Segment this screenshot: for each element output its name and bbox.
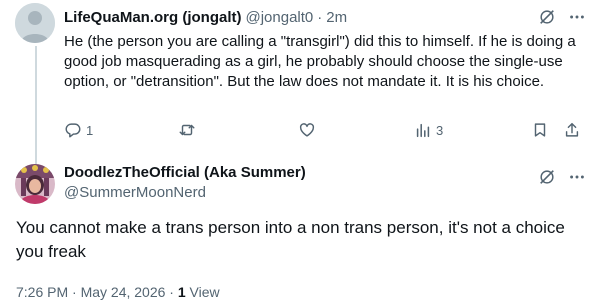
views-count: 1 [177, 284, 186, 300]
avatar[interactable] [15, 3, 55, 43]
profile-picture-icon [15, 164, 55, 204]
grok-icon[interactable] [538, 168, 556, 186]
display-name[interactable]: DoodlezTheOfficial (Aka Summer) [64, 164, 306, 181]
header-actions [538, 6, 586, 28]
reply-icon [65, 123, 81, 138]
handle[interactable]: @jongalt0 [246, 9, 314, 26]
more-icon[interactable] [568, 168, 586, 186]
views-button[interactable]: 3 [414, 120, 443, 140]
views-count: 3 [436, 122, 444, 138]
tweet-timestamp[interactable]: 7:26 PM · May 24, 2026 · [16, 284, 178, 300]
retweet-icon [179, 124, 195, 136]
more-icon[interactable] [568, 8, 586, 26]
retweet-button[interactable] [178, 120, 200, 140]
default-avatar-icon [15, 3, 55, 43]
avatar[interactable] [15, 164, 55, 204]
grok-icon[interactable] [538, 8, 556, 26]
reply-button[interactable]: 1 [64, 120, 93, 140]
tweet-metadata: 7:26 PM · May 24, 2026 · 1 View [16, 284, 220, 300]
separator-dot: · [317, 8, 323, 26]
tweet-header: LifeQuaMan.org (jongalt) @jongalt0 · 2m [64, 6, 586, 28]
parent-tweet[interactable]: LifeQuaMan.org (jongalt) @jongalt0 · 2m … [0, 0, 596, 166]
handle[interactable]: @SummerMoonNerd [64, 184, 206, 201]
like-button[interactable] [298, 120, 320, 140]
display-name[interactable]: LifeQuaMan.org (jongalt) [64, 9, 242, 26]
bookmark-icon [534, 123, 546, 137]
views-icon [416, 123, 430, 138]
views-label: View [185, 284, 220, 300]
tweet-time[interactable]: 2m [326, 9, 347, 26]
share-icon [565, 122, 579, 137]
bookmark-button[interactable] [531, 120, 549, 140]
tweet-actions: 1 3 [64, 120, 588, 140]
tweet-text: You cannot make a trans person into a no… [16, 218, 565, 261]
focused-tweet[interactable]: DoodlezTheOfficial (Aka Summer) @SummerM… [0, 148, 596, 307]
share-button[interactable] [563, 120, 581, 140]
like-icon [299, 123, 315, 137]
header-actions [538, 166, 586, 188]
tweet-thread: LifeQuaMan.org (jongalt) @jongalt0 · 2m … [0, 0, 596, 307]
tweet-text: He (the person you are calling a "transg… [64, 33, 576, 90]
reply-count: 1 [86, 122, 94, 138]
